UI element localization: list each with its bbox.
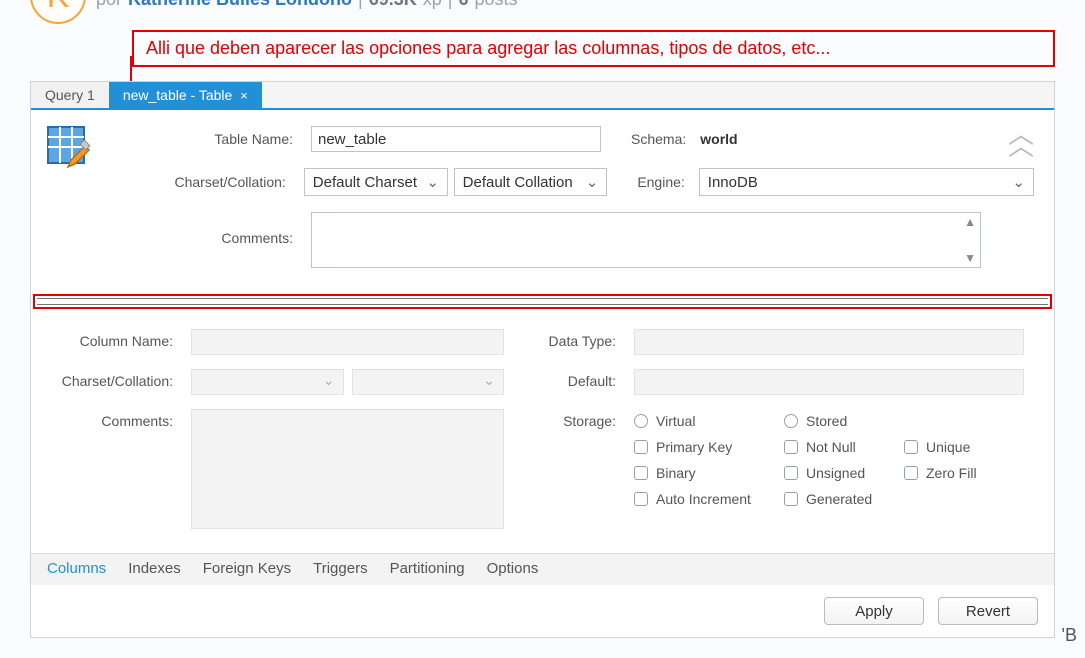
tab-options[interactable]: Options: [487, 560, 539, 577]
collation-select[interactable]: Default Collation ⌄: [454, 168, 608, 196]
editor-tab-bar: Query 1 new_table - Table ×: [31, 82, 1054, 110]
posts-number: 6: [458, 0, 468, 10]
table-wrench-icon: [45, 124, 95, 177]
data-type-input[interactable]: [634, 329, 1024, 355]
check-auto-increment[interactable]: Auto Increment: [634, 491, 784, 507]
tab-triggers[interactable]: Triggers: [313, 560, 367, 577]
byline-por: por: [96, 0, 122, 10]
col-charset-select[interactable]: [191, 369, 344, 395]
close-icon[interactable]: ×: [240, 88, 248, 103]
check-primary-key-label: Primary Key: [656, 439, 732, 455]
byline: por Katherine Builes Londoño | 69.3K xp …: [96, 0, 518, 10]
tab-columns[interactable]: Columns: [47, 560, 106, 577]
charset-select[interactable]: Default Charset ⌄: [304, 168, 448, 196]
check-zero-fill[interactable]: Zero Fill: [904, 465, 1024, 481]
check-auto-increment-label: Auto Increment: [656, 491, 751, 507]
trailing-text: 'B: [1062, 625, 1077, 646]
engine-label: Engine:: [637, 174, 684, 190]
check-unique-label: Unique: [926, 439, 970, 455]
annotation-callout: Alli que deben aparecer las opciones par…: [132, 30, 1055, 67]
storage-label: Storage:: [544, 409, 634, 429]
action-bar: Apply Revert: [31, 585, 1054, 637]
tab-query1[interactable]: Query 1: [31, 82, 109, 108]
tab-foreign-keys[interactable]: Foreign Keys: [203, 560, 291, 577]
check-unsigned-label: Unsigned: [806, 465, 865, 481]
bottom-tab-bar: Columns Indexes Foreign Keys Triggers Pa…: [31, 553, 1054, 585]
sep: |: [358, 0, 363, 10]
charset-value: Default Charset: [313, 174, 417, 191]
avatar[interactable]: K: [30, 0, 86, 24]
comments-label: Comments:: [131, 212, 311, 246]
check-unique[interactable]: Unique: [904, 439, 1024, 455]
columns-grid-highlight: [33, 294, 1052, 309]
tab-new-table-label: new_table - Table: [123, 87, 232, 103]
tab-new-table[interactable]: new_table - Table ×: [109, 82, 262, 108]
col-charset-label: Charset/Collation:: [61, 369, 191, 389]
engine-select[interactable]: InnoDB ⌄: [699, 168, 1034, 196]
check-binary[interactable]: Binary: [634, 465, 784, 481]
schema-value: world: [700, 131, 737, 147]
check-generated[interactable]: Generated: [784, 491, 904, 507]
col-name-label: Column Name:: [61, 329, 191, 349]
column-details-panel: Column Name: Charset/Collation: Comments…: [31, 309, 1054, 553]
author-link[interactable]: Katherine Builes Londoño: [128, 0, 352, 10]
col-comments-textarea[interactable]: [191, 409, 504, 529]
tab-query1-label: Query 1: [45, 87, 95, 103]
scroll-up-icon[interactable]: ▲: [964, 215, 976, 229]
collation-value: Default Collation: [463, 174, 573, 191]
radio-stored[interactable]: Stored: [784, 413, 904, 429]
table-name-label: Table Name:: [131, 131, 311, 147]
table-name-input[interactable]: [311, 126, 601, 152]
check-binary-label: Binary: [656, 465, 696, 481]
revert-button[interactable]: Revert: [938, 597, 1038, 625]
comments-textarea[interactable]: ▲ ▼: [311, 212, 981, 268]
tab-indexes[interactable]: Indexes: [128, 560, 181, 577]
radio-virtual-label: Virtual: [656, 413, 695, 429]
scroll-down-icon[interactable]: ▼: [964, 251, 976, 265]
check-not-null-label: Not Null: [806, 439, 856, 455]
xp-text: xp: [423, 0, 442, 10]
chevron-down-icon: ⌄: [1012, 173, 1025, 191]
radio-stored-label: Stored: [806, 413, 847, 429]
check-not-null[interactable]: Not Null: [784, 439, 904, 455]
table-form: ︿︿ Table Name: Schema: world Charset/Col…: [31, 110, 1054, 294]
engine-value: InnoDB: [708, 174, 758, 191]
chevron-down-icon: ⌄: [426, 173, 439, 191]
col-name-input[interactable]: [191, 329, 504, 355]
schema-label: Schema:: [631, 131, 686, 147]
chevron-down-icon: ⌄: [586, 173, 599, 191]
check-unsigned[interactable]: Unsigned: [784, 465, 904, 481]
sep2: |: [448, 0, 453, 10]
charset-label: Charset/Collation:: [131, 174, 304, 190]
columns-grid-placeholder[interactable]: [37, 298, 1048, 305]
collapse-panel-icon[interactable]: ︿︿: [1008, 128, 1034, 152]
default-input[interactable]: [634, 369, 1024, 395]
posts-text: posts: [474, 0, 517, 10]
avatar-letter: K: [47, 0, 70, 16]
check-generated-label: Generated: [806, 491, 872, 507]
check-zero-fill-label: Zero Fill: [926, 465, 977, 481]
tab-partitioning[interactable]: Partitioning: [390, 560, 465, 577]
col-comments-label: Comments:: [61, 409, 191, 429]
default-label: Default:: [544, 369, 634, 389]
col-collation-select[interactable]: [352, 369, 505, 395]
xp-number: 69.3K: [369, 0, 417, 10]
apply-button[interactable]: Apply: [824, 597, 924, 625]
mysql-workbench-panel: Query 1 new_table - Table ×: [30, 81, 1055, 638]
radio-virtual[interactable]: Virtual: [634, 413, 784, 429]
check-primary-key[interactable]: Primary Key: [634, 439, 784, 455]
data-type-label: Data Type:: [544, 329, 634, 349]
